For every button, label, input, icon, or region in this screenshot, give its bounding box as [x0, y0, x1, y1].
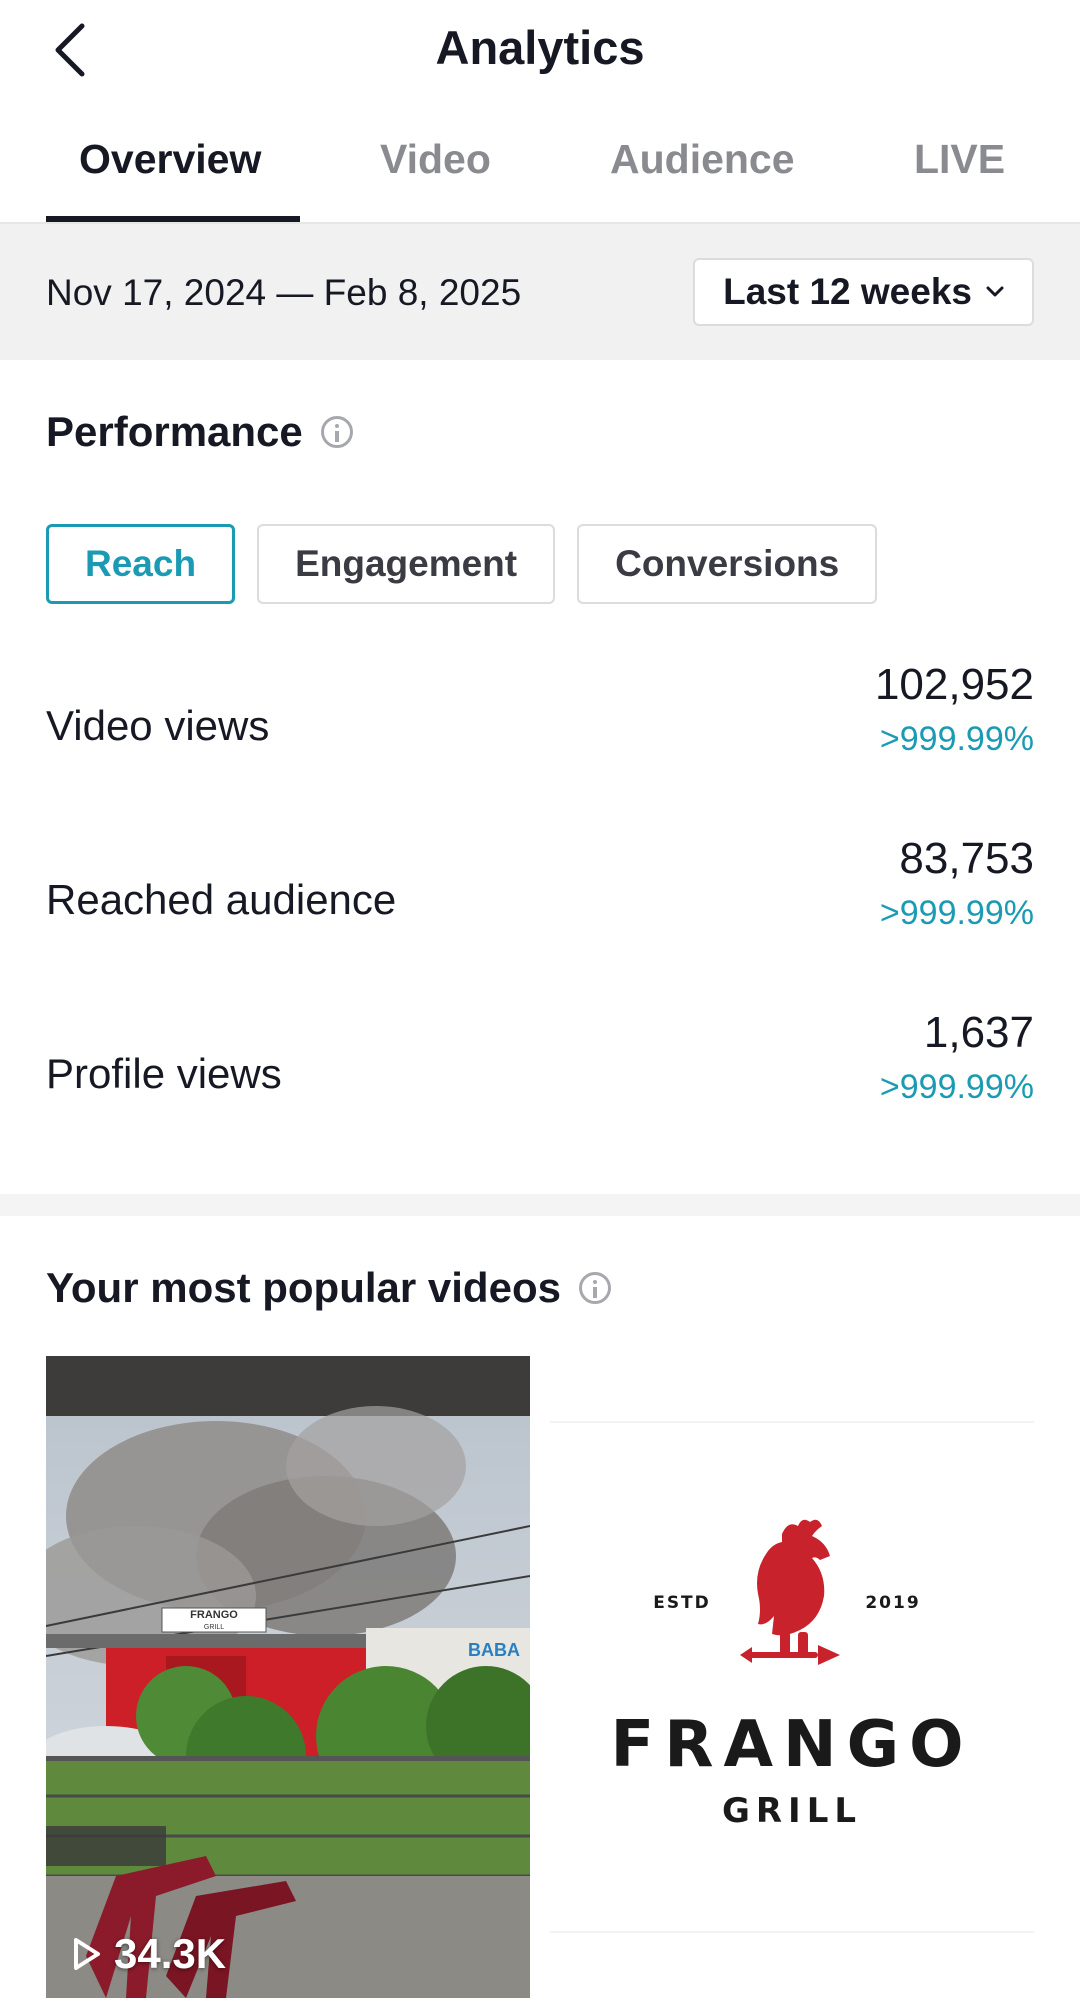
video-thumbnail[interactable]: FRANGO GRILL BABA 34.3K: [46, 1356, 530, 1998]
metric-label: Video views: [46, 702, 270, 749]
active-tab-indicator: [46, 216, 300, 222]
logo-year: 2019: [865, 1593, 920, 1613]
tab-live[interactable]: LIVE: [914, 136, 1005, 183]
play-count-value: 34.3K: [114, 1930, 227, 1977]
play-icon: [74, 1938, 100, 1970]
metric-change: >999.99%: [879, 720, 1034, 758]
metric-change: >999.99%: [879, 894, 1034, 932]
date-range: Nov 17, 2024 — Feb 8, 2025: [46, 272, 522, 313]
page-title: Analytics: [435, 21, 645, 74]
metric-label: Reached audience: [46, 876, 397, 923]
period-dropdown-label: Last 12 weeks: [723, 271, 972, 312]
metric-label: Profile views: [46, 1050, 282, 1097]
video-sign-subtext: GRILL: [204, 1624, 224, 1631]
metric-value: 83,753: [899, 834, 1034, 883]
tab-overview[interactable]: Overview: [79, 136, 261, 183]
play-count: 34.3K: [72, 1930, 226, 1978]
metric-video-views[interactable]: Video views 102,952 >999.99%: [46, 656, 1034, 796]
tab-audience[interactable]: Audience: [610, 136, 795, 183]
performance-heading: Performance: [46, 408, 353, 456]
popular-videos-title: Your most popular videos: [46, 1264, 561, 1311]
performance-title: Performance: [46, 408, 303, 455]
date-filter-bar: Nov 17, 2024 — Feb 8, 2025 Last 12 weeks: [0, 224, 1080, 360]
performance-segments: Reach Engagement Conversions: [46, 524, 878, 604]
segment-engagement[interactable]: Engagement: [257, 524, 556, 604]
info-icon[interactable]: [578, 1272, 611, 1304]
video-thumbnail-image: FRANGO GRILL BABA: [46, 1356, 530, 1998]
metric-profile-views[interactable]: Profile views 1,637 >999.99%: [46, 1004, 1034, 1144]
metric-change: >999.99%: [879, 1068, 1034, 1106]
popular-videos-heading: Your most popular videos: [46, 1264, 611, 1312]
header: Analytics: [0, 0, 1080, 100]
frango-grill-logo: ESTD 2019 FRANGO GRILL: [550, 1356, 1034, 1998]
segment-conversions[interactable]: Conversions: [577, 524, 878, 604]
tab-video[interactable]: Video: [380, 136, 491, 183]
metric-reached-audience[interactable]: Reached audience 83,753 >999.99%: [46, 830, 1034, 970]
neighbor-sign-text: BABA: [468, 1640, 520, 1660]
period-dropdown[interactable]: Last 12 weeks: [693, 258, 1034, 326]
metric-value: 1,637: [923, 1008, 1034, 1057]
logo-sub: GRILL: [722, 1791, 862, 1831]
segment-reach[interactable]: Reach: [46, 524, 236, 604]
video-sign-text: FRANGO: [190, 1609, 238, 1621]
section-divider: [0, 1194, 1080, 1216]
chevron-down-icon: [986, 286, 1004, 297]
logo-estd: ESTD: [653, 1593, 711, 1613]
logo-name: FRANGO: [610, 1708, 973, 1782]
metric-value: 102,952: [874, 660, 1034, 709]
tab-bar: Overview Video Audience LIVE: [0, 112, 1080, 224]
info-icon[interactable]: [320, 416, 353, 448]
video-thumbnail[interactable]: ESTD 2019 FRANGO GRILL: [550, 1356, 1034, 1998]
